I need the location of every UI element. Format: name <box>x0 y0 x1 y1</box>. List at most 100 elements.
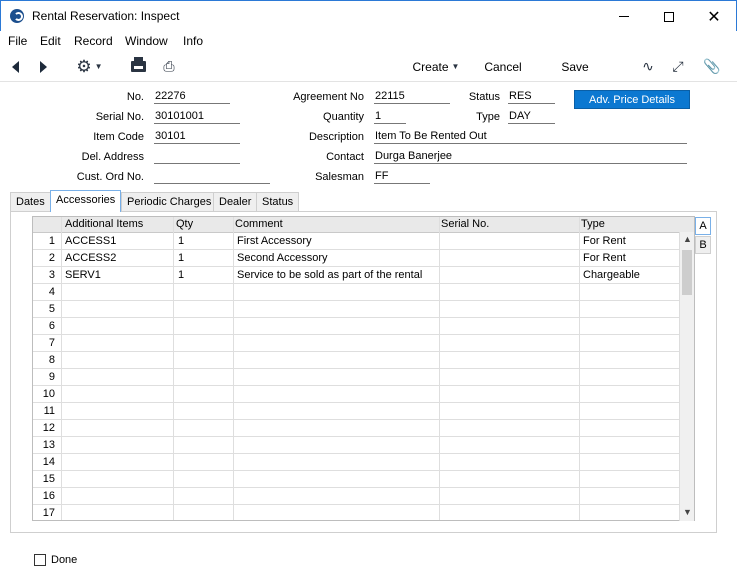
paperclip-icon: 📎 <box>703 58 721 74</box>
tab-status[interactable]: Status <box>256 192 300 211</box>
menu-file[interactable]: File <box>8 34 27 48</box>
tab-accessories[interactable]: Accessories <box>50 190 122 212</box>
menu-window[interactable]: Window <box>125 34 168 48</box>
title-bar: Rental Reservation: Inspect ✕ <box>0 0 737 31</box>
row-number: 16 <box>42 490 55 502</box>
column-comment[interactable]: Comment <box>235 218 283 230</box>
type-field[interactable]: DAY <box>508 110 555 124</box>
row-number: 4 <box>48 286 55 298</box>
cell-qty[interactable]: 1 <box>178 235 184 247</box>
cell-item[interactable]: SERV1 <box>65 269 101 281</box>
cell-type[interactable]: Chargeable <box>583 269 640 281</box>
cell-comment[interactable]: Second Accessory <box>237 252 328 264</box>
cell-item[interactable]: ACCESS2 <box>65 252 116 264</box>
done-label: Done <box>51 554 78 566</box>
table-row[interactable]: 1 ACCESS1 1 First Accessory For Rent <box>33 233 694 250</box>
serial-no-field[interactable]: 30101001 <box>154 110 240 124</box>
status-label: Status <box>468 91 500 103</box>
maximize-button[interactable] <box>646 1 692 32</box>
item-code-field[interactable]: 30101 <box>154 130 240 144</box>
minimize-button[interactable] <box>601 1 647 32</box>
done-checkbox[interactable] <box>34 554 46 566</box>
table-row[interactable]: 15 <box>33 471 694 488</box>
column-qty[interactable]: Qty <box>176 218 193 230</box>
adv-price-details-button[interactable]: Adv. Price Details <box>574 90 690 109</box>
contact-field[interactable]: Durga Banerjee <box>374 150 687 164</box>
grid-divider <box>233 217 234 520</box>
item-code-label: Item Code <box>93 131 144 143</box>
column-additional-items[interactable]: Additional Items <box>65 218 143 230</box>
cell-qty[interactable]: 1 <box>178 252 184 264</box>
menu-edit[interactable]: Edit <box>40 34 61 48</box>
done-checkbox-group[interactable]: Done <box>34 554 77 566</box>
contact-label: Contact <box>326 151 364 163</box>
activity-button[interactable]: ∿ <box>638 51 658 82</box>
cell-item[interactable]: ACCESS1 <box>65 235 116 247</box>
print-button[interactable] <box>127 51 149 82</box>
tab-periodic-charges[interactable]: Periodic Charges <box>121 192 218 211</box>
no-label: No. <box>126 91 144 103</box>
cell-comment[interactable]: First Accessory <box>237 235 312 247</box>
table-row[interactable]: 2 ACCESS2 1 Second Accessory For Rent <box>33 250 694 267</box>
attachment-button[interactable]: 📎 <box>701 51 723 82</box>
side-tab-b[interactable]: B <box>695 236 711 254</box>
save-button[interactable]: Save <box>559 51 591 82</box>
del-address-field[interactable] <box>154 150 240 164</box>
side-tab-a[interactable]: A <box>695 217 711 235</box>
table-row[interactable]: 8 <box>33 352 694 369</box>
menu-record[interactable]: Record <box>74 34 113 48</box>
table-row[interactable]: 9 <box>33 369 694 386</box>
print-preview-button[interactable]: ⎙ <box>156 51 182 82</box>
previous-icon <box>11 60 19 73</box>
tab-dates[interactable]: Dates <box>10 192 51 211</box>
cell-qty[interactable]: 1 <box>178 269 184 281</box>
cell-comment[interactable]: Service to be sold as part of the rental <box>237 269 422 281</box>
grid-scrollbar[interactable]: ▲ ▼ <box>679 232 694 521</box>
close-button[interactable]: ✕ <box>691 1 737 32</box>
scroll-up-icon[interactable]: ▲ <box>681 234 694 248</box>
create-label: Create <box>412 59 449 74</box>
table-row[interactable]: 10 <box>33 386 694 403</box>
row-number: 3 <box>48 269 55 281</box>
table-row[interactable]: 16 <box>33 488 694 505</box>
status-field[interactable]: RES <box>508 90 555 104</box>
table-row[interactable]: 3 SERV1 1 Service to be sold as part of the… <box>33 267 694 284</box>
column-serial-no[interactable]: Serial No. <box>441 218 489 230</box>
expand-button[interactable]: ⤢ <box>667 51 689 82</box>
tab-dealer[interactable]: Dealer <box>213 192 258 211</box>
grid-header: Additional Items Qty Comment Serial No. … <box>33 217 694 233</box>
table-row[interactable]: 13 <box>33 437 694 454</box>
description-field[interactable]: Item To Be Rented Out <box>374 130 687 144</box>
toolbar: ⚙ ▼ ⎙ Create ▼ Cancel Save ∿ ⤢ 📎 <box>0 51 737 82</box>
row-number: 9 <box>48 371 55 383</box>
previous-record-button[interactable] <box>6 51 24 82</box>
settings-menu-button[interactable]: ⚙ ▼ <box>73 51 106 82</box>
table-row[interactable]: 6 <box>33 318 694 335</box>
scroll-down-icon[interactable]: ▼ <box>681 507 694 521</box>
cell-type[interactable]: For Rent <box>583 235 626 247</box>
table-row[interactable]: 4 <box>33 284 694 301</box>
no-field[interactable]: 22276 <box>154 90 230 104</box>
cancel-button[interactable]: Cancel <box>482 51 524 82</box>
cancel-label: Cancel <box>484 59 522 74</box>
row-number: 7 <box>48 337 55 349</box>
column-type[interactable]: Type <box>581 218 605 230</box>
scroll-thumb[interactable] <box>682 250 692 295</box>
agreement-no-field[interactable]: 22115 <box>374 90 450 104</box>
menu-info[interactable]: Info <box>183 34 203 48</box>
table-row[interactable]: 7 <box>33 335 694 352</box>
table-row[interactable]: 11 <box>33 403 694 420</box>
cust-ord-no-field[interactable] <box>154 170 270 184</box>
table-row[interactable]: 17 <box>33 505 694 520</box>
cust-ord-no-label: Cust. Ord No. <box>76 171 144 183</box>
table-row[interactable]: 14 <box>33 454 694 471</box>
table-row[interactable]: 12 <box>33 420 694 437</box>
next-record-button[interactable] <box>34 51 52 82</box>
create-button[interactable]: Create ▼ <box>410 51 462 82</box>
cell-type[interactable]: For Rent <box>583 252 626 264</box>
accessories-grid: Additional Items Qty Comment Serial No. … <box>32 216 695 521</box>
expand-icon: ⤢ <box>672 58 684 74</box>
quantity-field[interactable]: 1 <box>374 110 406 124</box>
salesman-field[interactable]: FF <box>374 170 430 184</box>
table-row[interactable]: 5 <box>33 301 694 318</box>
